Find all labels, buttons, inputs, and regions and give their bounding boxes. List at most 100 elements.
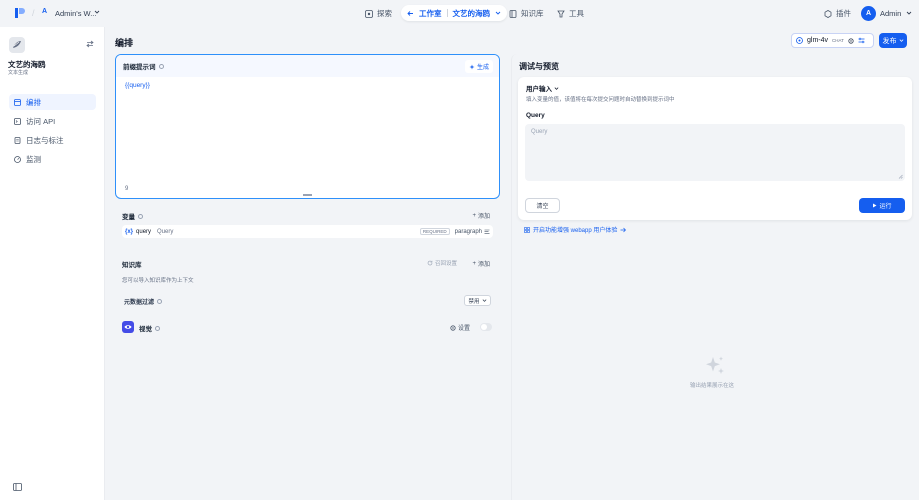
user-input-toggle[interactable]: 用户输入 — [526, 83, 559, 93]
publish-label: 发布 — [882, 37, 897, 45]
prompt-title: 前缀提示词 — [123, 64, 156, 71]
sparkles-icon — [704, 355, 726, 377]
layout-icon — [14, 98, 21, 106]
plus-icon: + — [472, 212, 476, 219]
refresh-icon — [427, 260, 433, 266]
plugins-button[interactable]: 插件 — [824, 8, 851, 19]
chevron-down-icon[interactable] — [495, 10, 501, 16]
workspace-separator: / — [32, 8, 35, 18]
align-left-icon — [484, 229, 490, 235]
variable-key-text: query — [136, 228, 152, 235]
chevron-down-icon[interactable] — [906, 10, 912, 16]
info-icon[interactable] — [155, 325, 160, 331]
prompt-header: 前缀提示词 — [116, 55, 499, 77]
sparkle-icon — [469, 64, 475, 70]
prompt-editor[interactable]: {{query}} — [125, 82, 150, 89]
vision-panel: 视觉 设置 — [115, 316, 500, 338]
sidebar-item-orchestrate[interactable]: 编排 — [9, 94, 96, 110]
vision-settings-button[interactable]: 设置 — [450, 323, 470, 332]
char-count: 9 — [125, 186, 129, 192]
sliders-icon[interactable] — [858, 37, 865, 44]
add-knowledge-button[interactable]: + 添加 — [472, 259, 490, 269]
add-variable-button[interactable]: + 添加 — [472, 211, 490, 221]
book-icon — [509, 9, 517, 18]
app-logo-icon[interactable] — [14, 7, 26, 19]
publish-button[interactable]: 发布 — [879, 33, 907, 48]
play-icon — [872, 203, 877, 208]
nav-tools[interactable]: 工具 — [552, 6, 589, 21]
recall-settings-button[interactable]: 召回设置 — [427, 259, 457, 267]
knowledge-title: 知识库 — [122, 262, 142, 269]
info-icon[interactable] — [158, 63, 164, 69]
clear-button[interactable]: 清空 — [525, 198, 560, 213]
user-name[interactable]: Admin — [880, 9, 901, 18]
chevron-down-icon[interactable] — [94, 9, 100, 15]
workspace-avatar[interactable]: A — [42, 8, 51, 18]
run-button[interactable]: 运行 — [859, 198, 905, 213]
required-badge: REQUIRED — [419, 228, 450, 235]
add-label: 添加 — [477, 214, 490, 220]
app-type: 文本生成 — [8, 70, 29, 76]
user-input-card: 用户输入 填入变量的值，该值将在每次提交问题时自动替换到提示词中 Query Q… — [518, 77, 912, 220]
info-icon[interactable] — [157, 299, 163, 304]
model-icon — [796, 37, 803, 44]
resize-grip-icon[interactable] — [898, 174, 903, 179]
eye-icon — [122, 321, 134, 333]
nav-knowledge-label: 知识库 — [521, 9, 544, 18]
query-placeholder: Query — [531, 129, 548, 135]
generate-label: 生成 — [476, 65, 489, 71]
sidebar-item-monitor[interactable]: 监测 — [9, 151, 96, 167]
chevron-down-icon — [482, 298, 487, 303]
sidebar-item-logs[interactable]: 日志与标注 — [9, 132, 96, 148]
model-tag: CHAT — [832, 38, 844, 43]
info-icon[interactable] — [138, 213, 143, 219]
arrow-left-icon — [407, 10, 414, 17]
nav-knowledge[interactable]: 知识库 — [504, 6, 549, 21]
workspace-name[interactable]: Admin's W... — [55, 9, 96, 18]
user-avatar[interactable]: A — [861, 6, 876, 21]
query-label: Query — [526, 112, 545, 119]
current-app-label[interactable]: 文艺的海鸥 — [453, 8, 491, 19]
plus-icon: + — [472, 260, 476, 267]
nav-explore[interactable]: 探索 — [360, 6, 397, 21]
model-name: glm-4v — [807, 37, 829, 44]
metadata-filter-select[interactable]: 禁用 — [464, 295, 491, 306]
arrow-right-icon — [620, 227, 627, 233]
sidebar: 文艺的海鸥 文本生成 编排 访问 API 日志与标注 监测 — [0, 27, 105, 500]
plugins-label: 插件 — [836, 9, 851, 18]
sidebar-collapse-icon[interactable] — [13, 483, 22, 491]
puzzle-icon — [824, 9, 832, 18]
vision-toggle[interactable] — [480, 323, 492, 331]
dashboard-icon — [14, 155, 21, 163]
metadata-filter-title: 元数据过滤 — [124, 297, 163, 306]
gear-icon[interactable] — [848, 37, 854, 44]
recall-label: 召回设置 — [434, 261, 457, 267]
variables-title-text: 变量 — [122, 214, 135, 221]
metadata-filter-text: 元数据过滤 — [124, 300, 155, 306]
user-input-description: 填入变量的值，该值将在每次提交问题时自动替换到提示词中 — [526, 97, 675, 103]
prompt-panel: 前缀提示词 生成 {{query}} 9 — [115, 54, 500, 199]
vision-title-text: 视觉 — [139, 326, 152, 333]
sidebar-item-api[interactable]: 访问 API — [9, 113, 96, 129]
variable-row[interactable]: {x} query Query REQUIRED paragraph — [122, 225, 493, 238]
chevron-down-icon — [899, 38, 904, 43]
nav-divider — [446, 9, 448, 17]
sidebar-item-label: 访问 API — [26, 116, 56, 126]
webapp-link[interactable]: 开启功能增强 webapp 用户体验 — [524, 225, 627, 234]
variable-type-text: paragraph — [454, 228, 482, 235]
app-icon — [9, 37, 25, 53]
nav-explore-label: 探索 — [377, 9, 392, 18]
nav-tools-label: 工具 — [569, 9, 584, 18]
query-input[interactable]: Query — [525, 124, 905, 181]
resize-handle[interactable] — [303, 194, 312, 196]
switch-icon[interactable] — [86, 40, 94, 48]
knowledge-empty-text: 您可以导入知识库作为上下文 — [122, 278, 194, 284]
nav-studio[interactable]: 工作室 文艺的海鸥 — [401, 5, 507, 21]
model-selector[interactable]: glm-4v CHAT — [791, 33, 874, 48]
knowledge-panel: 知识库 召回设置 + 添加 您可以导入知识库作为上下文 元数据过滤 禁用 — [115, 251, 500, 311]
sidebar-item-label: 编排 — [26, 97, 41, 107]
apps-icon — [524, 226, 530, 233]
variable-type: paragraph — [455, 229, 490, 235]
metadata-filter-value: 禁用 — [468, 298, 480, 305]
generate-button[interactable]: 生成 — [464, 60, 493, 73]
